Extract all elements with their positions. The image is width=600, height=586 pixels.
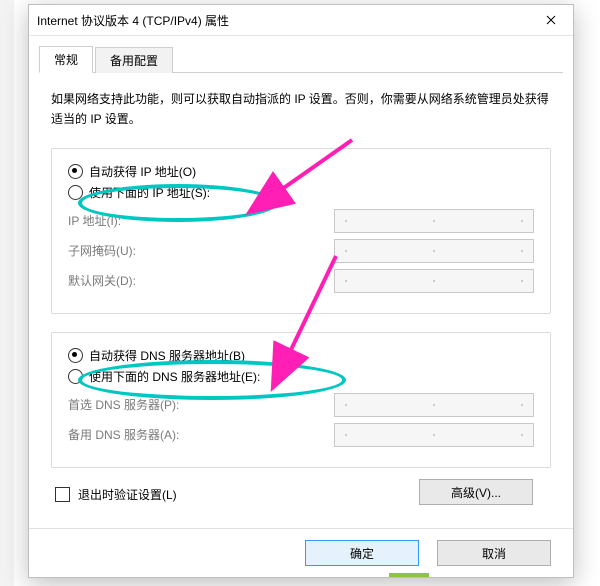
radio-ip-manual[interactable] — [68, 185, 83, 200]
radio-ip-manual-row[interactable]: 使用下面的 IP 地址(S): — [68, 184, 534, 201]
tab-strip: 常规 备用配置 — [39, 44, 563, 73]
tab-alternate[interactable]: 备用配置 — [95, 47, 173, 73]
subnet-mask-input[interactable] — [334, 239, 534, 263]
subnet-mask-label: 子网掩码(U): — [68, 242, 268, 259]
cancel-button[interactable]: 取消 — [437, 540, 551, 566]
progress-accent — [389, 573, 429, 577]
field-dns-preferred: 首选 DNS 服务器(P): — [68, 393, 534, 417]
field-subnet-mask: 子网掩码(U): — [68, 239, 534, 263]
ip-address-input[interactable] — [334, 209, 534, 233]
dns-alternate-input[interactable] — [334, 423, 534, 447]
ipv4-properties-dialog: Internet 协议版本 4 (TCP/IPv4) 属性 常规 备用配置 如果… — [28, 4, 574, 578]
dialog-footer: 确定 取消 — [29, 528, 573, 577]
field-default-gateway: 默认网关(D): — [68, 269, 534, 293]
validate-checkbox[interactable] — [55, 487, 70, 502]
radio-dns-auto-label: 自动获得 DNS 服务器地址(B) — [89, 347, 245, 364]
advanced-button-label: 高级(V)... — [451, 484, 501, 501]
field-dns-alternate: 备用 DNS 服务器(A): — [68, 423, 534, 447]
advanced-button-wrap: 高级(V)... — [419, 479, 533, 505]
window-title: Internet 协议版本 4 (TCP/IPv4) 属性 — [37, 12, 529, 29]
tab-alternate-label: 备用配置 — [110, 54, 158, 68]
tab-general-label: 常规 — [54, 53, 78, 67]
default-gateway-input[interactable] — [334, 269, 534, 293]
ip-address-label: IP 地址(I): — [68, 212, 268, 229]
radio-dns-auto-row[interactable]: 自动获得 DNS 服务器地址(B) — [68, 347, 534, 364]
default-gateway-label: 默认网关(D): — [68, 272, 268, 289]
background-stripe — [0, 0, 14, 586]
advanced-button[interactable]: 高级(V)... — [419, 479, 533, 505]
field-ip-address: IP 地址(I): — [68, 209, 534, 233]
tab-content: 如果网络支持此功能，则可以获取自动指派的 IP 设置。否则，你需要从网络系统管理… — [29, 73, 573, 511]
radio-dns-manual[interactable] — [68, 369, 83, 384]
dns-preferred-input[interactable] — [334, 393, 534, 417]
tab-general[interactable]: 常规 — [39, 46, 93, 73]
radio-dns-manual-label: 使用下面的 DNS 服务器地址(E): — [89, 368, 260, 385]
titlebar: Internet 协议版本 4 (TCP/IPv4) 属性 — [29, 5, 573, 36]
ok-button[interactable]: 确定 — [305, 540, 419, 566]
dns-alternate-label: 备用 DNS 服务器(A): — [68, 426, 268, 443]
dns-preferred-label: 首选 DNS 服务器(P): — [68, 396, 268, 413]
radio-ip-manual-label: 使用下面的 IP 地址(S): — [89, 184, 210, 201]
radio-dns-manual-row[interactable]: 使用下面的 DNS 服务器地址(E): — [68, 368, 534, 385]
radio-ip-auto[interactable] — [68, 164, 83, 179]
cancel-button-label: 取消 — [482, 545, 506, 562]
validate-label: 退出时验证设置(L) — [78, 486, 177, 503]
radio-ip-auto-label: 自动获得 IP 地址(O) — [89, 163, 196, 180]
close-icon[interactable] — [529, 5, 573, 35]
ip-group: 自动获得 IP 地址(O) 使用下面的 IP 地址(S): IP 地址(I): … — [51, 148, 551, 314]
dns-group: 自动获得 DNS 服务器地址(B) 使用下面的 DNS 服务器地址(E): 首选… — [51, 332, 551, 468]
radio-ip-auto-row[interactable]: 自动获得 IP 地址(O) — [68, 163, 534, 180]
radio-dns-auto[interactable] — [68, 348, 83, 363]
ok-button-label: 确定 — [350, 545, 374, 562]
canvas: Internet 协议版本 4 (TCP/IPv4) 属性 常规 备用配置 如果… — [0, 0, 600, 586]
intro-text: 如果网络支持此功能，则可以获取自动指派的 IP 设置。否则，你需要从网络系统管理… — [51, 89, 551, 130]
